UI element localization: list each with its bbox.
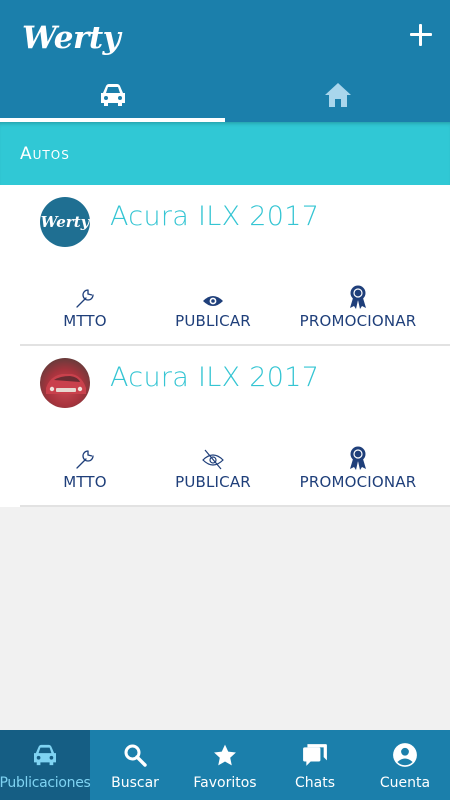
nav-item-cuenta[interactable]: Cuenta	[360, 730, 450, 800]
car-icon	[32, 742, 58, 768]
section-header: Autos	[0, 122, 450, 185]
list-item[interactable]: Werty Acura ILX 2017 MTTO PUBLICAR PROMO…	[0, 185, 450, 346]
add-button[interactable]	[406, 20, 436, 50]
mtto-button[interactable]: MTTO	[58, 446, 112, 494]
divider	[20, 505, 450, 507]
list-item[interactable]: Acura ILX 2017 MTTO PUBLICAR PROMOCIONAR	[0, 346, 450, 507]
nav-label: Favoritos	[193, 775, 257, 791]
publicar-button[interactable]: PUBLICAR	[175, 446, 251, 494]
star-icon	[212, 742, 238, 768]
eye-icon	[202, 285, 224, 309]
nav-item-publicaciones[interactable]: Publicaciones	[0, 730, 91, 800]
nav-label: Publicaciones	[0, 775, 91, 791]
section-title: Autos	[20, 144, 70, 164]
wrench-icon	[74, 285, 96, 309]
listing-title[interactable]: Acura ILX 2017	[110, 201, 319, 232]
tab-autos[interactable]	[0, 72, 225, 122]
avatar: Werty	[40, 197, 90, 247]
chat-icon	[302, 742, 328, 768]
car-photo-avatar	[40, 358, 90, 408]
car-icon	[99, 83, 127, 112]
home-icon	[324, 82, 352, 113]
bottom-nav: Publicaciones Buscar Favoritos Chats Cue…	[0, 730, 450, 800]
mtto-label: MTTO	[63, 473, 107, 491]
promocionar-label: PROMOCIONAR	[299, 473, 417, 491]
mtto-button[interactable]: MTTO	[58, 285, 112, 333]
account-circle-icon	[392, 742, 418, 768]
nav-label: Chats	[294, 775, 335, 791]
nav-item-favoritos[interactable]: Favoritos	[180, 730, 270, 800]
nav-item-buscar[interactable]: Buscar	[90, 730, 180, 800]
nav-label: Buscar	[111, 775, 159, 791]
search-icon	[123, 742, 147, 768]
award-ribbon-icon	[348, 285, 368, 309]
listing-title[interactable]: Acura ILX 2017	[110, 362, 319, 393]
nav-label: Cuenta	[379, 775, 431, 791]
publicar-label: PUBLICAR	[175, 312, 251, 330]
nav-item-chats[interactable]: Chats	[270, 730, 360, 800]
listing-list: Werty Acura ILX 2017 MTTO PUBLICAR PROMO…	[0, 185, 450, 507]
eye-off-icon	[202, 446, 224, 470]
publicar-button[interactable]: PUBLICAR	[175, 285, 251, 333]
app-header: Werty	[0, 0, 450, 122]
wrench-icon	[74, 446, 96, 470]
promocionar-button[interactable]: PROMOCIONAR	[296, 446, 420, 494]
promocionar-button[interactable]: PROMOCIONAR	[296, 285, 420, 333]
app-logo: Werty	[22, 20, 121, 56]
tab-inmuebles[interactable]	[225, 72, 450, 122]
promocionar-label: PROMOCIONAR	[299, 312, 417, 330]
mtto-label: MTTO	[63, 312, 107, 330]
award-ribbon-icon	[348, 446, 368, 470]
publicar-label: PUBLICAR	[175, 473, 251, 491]
